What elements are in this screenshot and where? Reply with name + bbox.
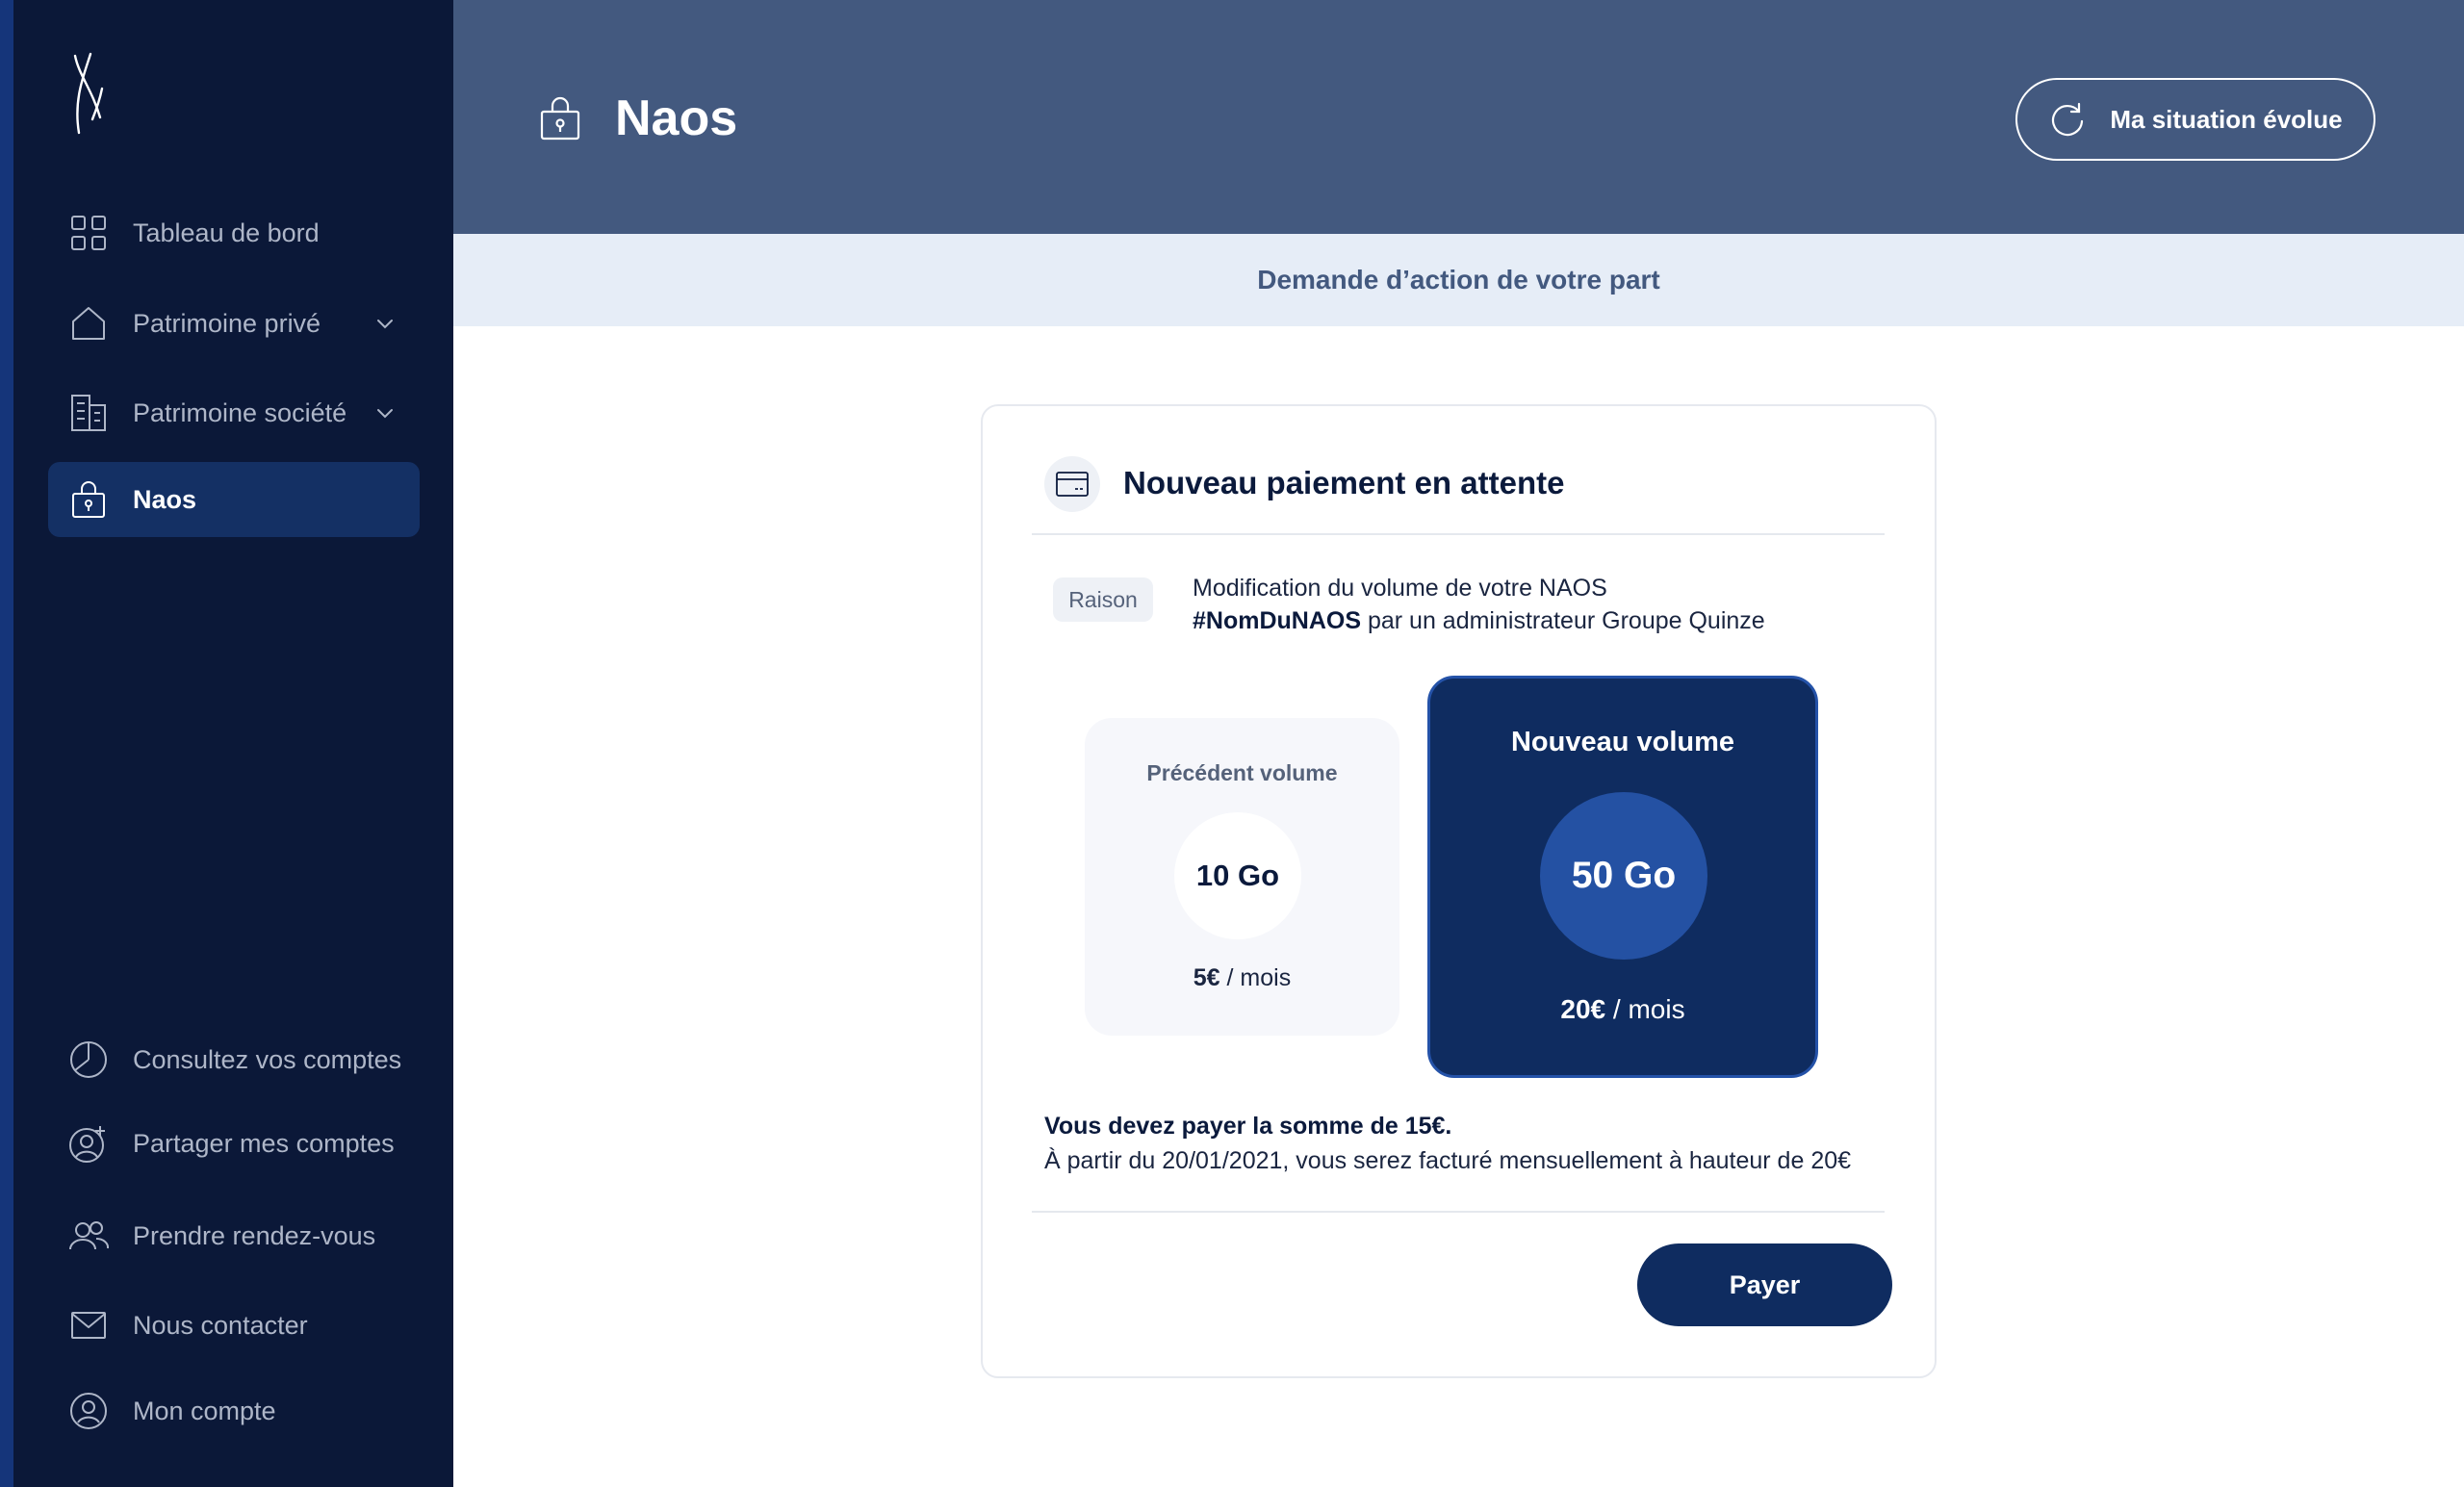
sidebar-item-prendre-rendez-vous[interactable]: Prendre rendez-vous xyxy=(48,1198,420,1273)
sidebar-item-naos[interactable]: Naos xyxy=(48,462,420,537)
previous-price-amount: 5€ xyxy=(1193,964,1220,991)
home-icon xyxy=(67,302,110,345)
sidebar-item-partager-mes-comptes[interactable]: Partager mes comptes xyxy=(48,1106,420,1181)
dashboard-grid-icon xyxy=(67,212,110,254)
sidebar-item-label: Partager mes comptes xyxy=(133,1128,395,1158)
previous-volume-box: Précédent volume 10 Go 5€ / mois xyxy=(1085,718,1399,1036)
payment-sum-text: Vous devez payer la somme de 15€. xyxy=(1044,1113,1452,1140)
lock-bag-icon xyxy=(67,478,110,521)
previous-volume-label: Précédent volume xyxy=(1146,760,1338,785)
sidebar-item-tableau-de-bord[interactable]: Tableau de bord xyxy=(48,195,420,270)
refresh-icon xyxy=(2048,100,2087,139)
sidebar-item-mon-compte[interactable]: Mon compte xyxy=(48,1373,420,1449)
sidebar-item-patrimoine-prive[interactable]: Patrimoine privé xyxy=(48,286,420,361)
card-divider xyxy=(1032,1211,1885,1213)
chevron-down-icon[interactable] xyxy=(373,401,397,424)
new-price-period: / mois xyxy=(1605,994,1685,1024)
new-volume-box: Nouveau volume 50 Go 20€ / mois xyxy=(1427,676,1818,1078)
card-divider xyxy=(1032,533,1885,535)
reason-text: Modification du volume de votre NAOS #No… xyxy=(1193,572,1866,637)
sidebar-item-label: Naos xyxy=(133,484,197,514)
reason-badge: Raison xyxy=(1053,577,1153,622)
sidebar-item-label: Prendre rendez-vous xyxy=(133,1220,376,1250)
window-edge xyxy=(0,0,13,1487)
payment-info-text: À partir du 20/01/2021, vous serez factu… xyxy=(1044,1147,1852,1174)
page-title: Naos xyxy=(615,90,738,146)
reason-line-2: #NomDuNAOS par un administrateur Groupe … xyxy=(1193,604,1866,637)
sidebar-item-consultez-vos-comptes[interactable]: Consultez vos comptes xyxy=(48,1022,420,1097)
brand-logo[interactable] xyxy=(64,50,121,139)
previous-volume-value: 10 Go xyxy=(1174,812,1301,939)
card-icon-badge xyxy=(1044,456,1100,512)
user-circle-icon xyxy=(67,1390,110,1432)
sidebar-item-label: Consultez vos comptes xyxy=(133,1044,402,1074)
new-volume-value: 50 Go xyxy=(1540,792,1707,960)
page-header: Naos Ma situation évolue xyxy=(453,0,2464,234)
new-price-amount: 20€ xyxy=(1560,994,1606,1024)
sidebar-item-label: Patrimoine privé xyxy=(133,308,321,338)
situation-change-button[interactable]: Ma situation évolue xyxy=(2015,78,2375,161)
previous-price-period: / mois xyxy=(1219,964,1292,991)
banner-text: Demande d’action de votre part xyxy=(1257,265,1660,295)
credit-card-icon xyxy=(1056,472,1089,497)
new-volume-label: Nouveau volume xyxy=(1510,727,1735,757)
logo-icon xyxy=(73,52,104,135)
situation-change-label: Ma situation évolue xyxy=(2110,104,2343,134)
reason-line-2-rest: par un administrateur Groupe Quinze xyxy=(1361,607,1765,634)
mail-icon xyxy=(67,1304,110,1346)
chevron-down-icon[interactable] xyxy=(373,312,397,335)
lock-bag-icon xyxy=(538,94,582,142)
sidebar-item-label: Tableau de bord xyxy=(133,218,320,247)
new-price: 20€ / mois xyxy=(1430,994,1815,1025)
action-request-banner: Demande d’action de votre part xyxy=(453,234,2464,326)
user-add-icon xyxy=(67,1122,110,1165)
card-title: Nouveau paiement en attente xyxy=(1123,465,1565,500)
sidebar-item-label: Patrimoine société xyxy=(133,397,347,427)
payment-card: Nouveau paiement en attente Raison Modif… xyxy=(981,404,1937,1378)
sidebar: Tableau de bord Patrimoine privé Patrimo… xyxy=(13,0,453,1487)
pay-button[interactable]: Payer xyxy=(1637,1243,1892,1326)
users-icon xyxy=(67,1215,110,1257)
sidebar-item-nous-contacter[interactable]: Nous contacter xyxy=(48,1288,420,1363)
building-icon xyxy=(67,392,110,434)
sidebar-item-label: Mon compte xyxy=(133,1396,276,1425)
reason-line-1: Modification du volume de votre NAOS xyxy=(1193,575,1607,602)
pie-chart-icon xyxy=(67,1038,110,1081)
previous-price: 5€ / mois xyxy=(1085,964,1399,992)
sidebar-item-patrimoine-societe[interactable]: Patrimoine société xyxy=(48,375,420,450)
naos-name: #NomDuNAOS xyxy=(1193,607,1362,634)
sidebar-item-label: Nous contacter xyxy=(133,1310,308,1340)
